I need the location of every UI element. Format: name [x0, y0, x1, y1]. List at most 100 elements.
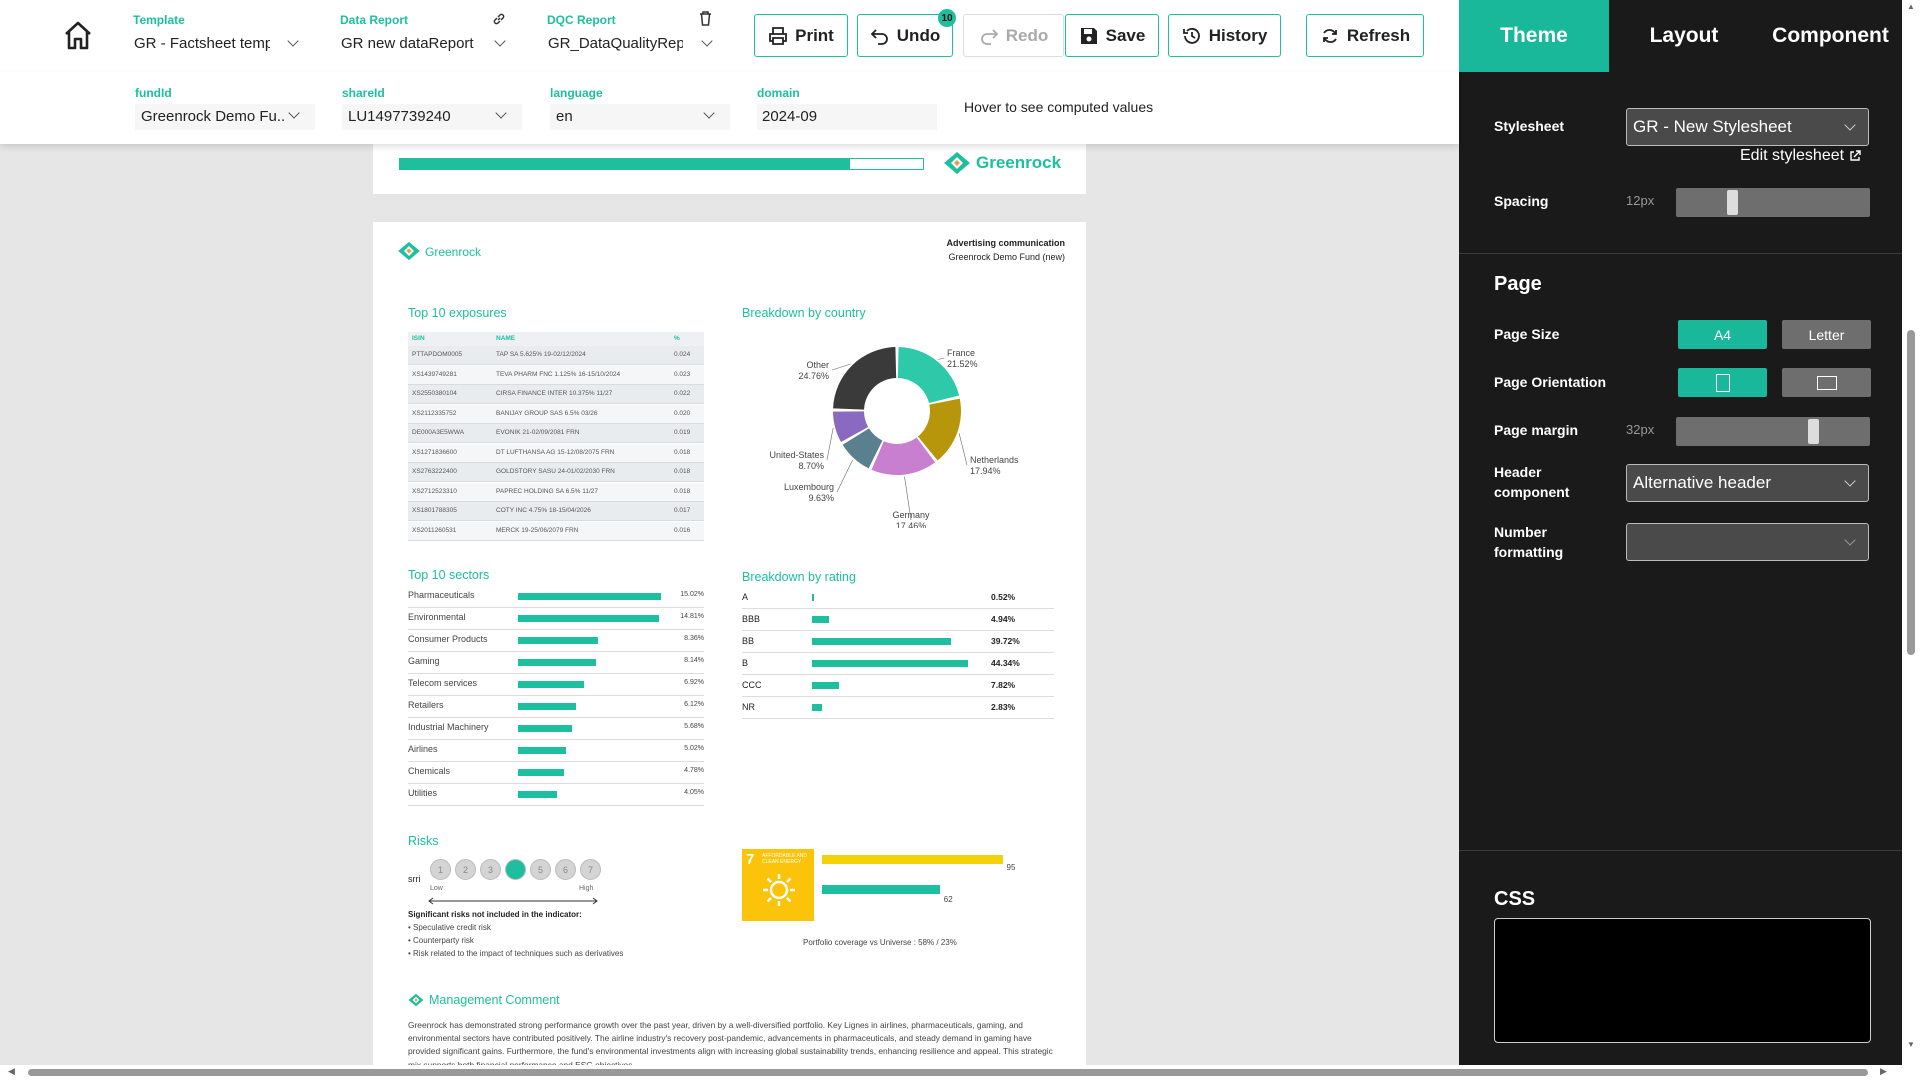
rating-bar — [812, 616, 830, 623]
risk-note: • Counterparty risk — [408, 936, 474, 945]
sector-value-label: 4.05% — [684, 789, 704, 796]
history-button[interactable]: History — [1168, 14, 1281, 57]
slider-thumb[interactable] — [1807, 419, 1819, 444]
print-button[interactable]: Print — [754, 14, 848, 57]
scrollbar-thumb[interactable] — [1907, 330, 1915, 655]
undo-button[interactable]: Undo 10 — [857, 9, 956, 57]
rating-title: Breakdown by rating — [742, 570, 856, 584]
rating-bar — [812, 704, 822, 711]
vertical-scrollbar[interactable]: ▲ ▼ — [1902, 0, 1920, 1065]
column-header: ISIN — [412, 335, 425, 342]
tab-theme[interactable]: Theme — [1459, 0, 1609, 72]
portrait-button[interactable] — [1678, 368, 1767, 397]
name-cell: EVONIK 21-02/09/2081 FRN — [496, 429, 580, 436]
percent-cell: 0.020 — [674, 409, 691, 417]
country-chart-title: Breakdown by country — [742, 306, 866, 320]
percent-cell: 0.018 — [674, 448, 691, 456]
tab-component[interactable]: Component — [1759, 0, 1902, 72]
slice-value-label: 8.70% — [798, 461, 824, 471]
scroll-right-icon[interactable]: ▶ — [1880, 1066, 1887, 1077]
sdg-number: 7 — [746, 851, 755, 868]
isin-cell: XS1439749281 — [412, 370, 457, 378]
sector-value-label: 6.12% — [684, 701, 704, 708]
name-cell: COTY INC 4.75% 18-15/04/2026 — [496, 507, 591, 514]
home-button[interactable] — [62, 20, 94, 50]
scroll-left-icon[interactable]: ◀ — [8, 1066, 15, 1077]
horizontal-scrollbar[interactable]: ◀ ▶ — [0, 1065, 1920, 1080]
page-size-a4-button[interactable]: A4 — [1678, 320, 1767, 349]
page-size-letter-button[interactable]: Letter — [1782, 320, 1871, 349]
template-select[interactable]: GR - Factsheet temp — [134, 35, 270, 52]
landscape-button[interactable] — [1782, 368, 1871, 397]
slider-thumb[interactable] — [1727, 190, 1739, 215]
name-cell: CIRSA FINANCE INTER 10.375% 11/27 — [496, 390, 613, 397]
universe-bar — [822, 885, 940, 894]
spacing-slider[interactable] — [1676, 188, 1870, 217]
sector-bar — [518, 769, 564, 776]
scrollbar-thumb[interactable] — [28, 1069, 1868, 1076]
language-label: language — [550, 86, 603, 100]
spacing-value: 12px — [1626, 193, 1655, 208]
refresh-icon — [1322, 28, 1337, 43]
page-size-label: Page Size — [1494, 326, 1560, 342]
rating-label: B — [742, 658, 749, 668]
fundid-label: fundId — [135, 86, 172, 100]
header-component-label: Header component — [1494, 464, 1570, 500]
isin-cell: XS2763222400 — [412, 468, 457, 475]
name-cell: GOLDSTORY SASU 24-01/02/2030 FRN — [496, 468, 615, 475]
sector-value-label: 14.81% — [680, 613, 704, 620]
risk-note-title: Significant risks not included in the in… — [408, 910, 582, 919]
table-row: XS2763222400 GOLDSTORY SASU 24-01/02/2030… — [408, 463, 704, 482]
stylesheet-select[interactable]: GR - New Stylesheet — [1626, 108, 1869, 146]
css-editor[interactable] — [1494, 918, 1871, 1043]
slice-label: Netherlands — [970, 455, 1019, 465]
table-row: PTTAPDOM0005 TAP SA 5.625% 19-02/12/2024 0… — [408, 346, 704, 365]
rating-label: BB — [742, 636, 755, 646]
save-button[interactable]: Save — [1065, 14, 1159, 57]
greenrock-logo-icon — [398, 241, 420, 261]
slice-value-label: 9.63% — [808, 493, 834, 503]
rating-value-label: 44.34% — [991, 658, 1020, 668]
edit-stylesheet-link[interactable]: Edit stylesheet — [1740, 147, 1861, 165]
tab-layout[interactable]: Layout — [1609, 0, 1759, 72]
column-header: % — [674, 335, 680, 342]
row-divider — [408, 805, 704, 806]
stylesheet-label: Stylesheet — [1494, 118, 1565, 134]
advertising-label: Advertising communication — [946, 238, 1065, 248]
slice-label: France — [947, 348, 975, 358]
page-section-title: Page — [1494, 273, 1542, 295]
undo-icon — [870, 28, 888, 45]
percent-cell: 0.023 — [674, 370, 691, 378]
refresh-button[interactable]: Refresh — [1306, 14, 1424, 57]
rating-value-label: 39.72% — [991, 636, 1020, 646]
rating-label: BBB — [742, 614, 761, 624]
srri-level: 6 — [555, 859, 576, 880]
sector-label: Chemicals — [408, 766, 451, 776]
trash-icon[interactable] — [699, 11, 712, 26]
row-divider — [742, 718, 1054, 719]
rating-bar — [812, 594, 814, 601]
table-row: XS2112335752 BANIJAY GROUP SAS 6.5% 03/26… — [408, 404, 704, 424]
isin-cell: PTTAPDOM0005 — [412, 351, 463, 358]
scroll-up-icon[interactable]: ▲ — [1907, 2, 1915, 11]
header-component-select[interactable]: Alternative header — [1626, 464, 1869, 502]
comment-title: Management Comment — [429, 993, 560, 1007]
redo-label: Redo — [1005, 25, 1049, 45]
factsheet-page: Greenrock Advertising communication Gree… — [373, 222, 1086, 1065]
row-divider — [408, 783, 704, 784]
dqc-report-select[interactable]: GR_DataQualityRep — [548, 35, 683, 52]
table-row: DE000A3E5WWA EVONIK 21-02/09/2081 FRN 0.01… — [408, 424, 704, 443]
srri-level: 3 — [480, 859, 501, 880]
margin-slider[interactable] — [1676, 417, 1870, 446]
number-formatting-select[interactable] — [1626, 523, 1869, 561]
rating-label: A — [742, 592, 749, 602]
scroll-down-icon[interactable]: ▼ — [1907, 1040, 1915, 1049]
redo-button[interactable]: Redo — [963, 14, 1064, 57]
link-icon[interactable] — [492, 12, 506, 26]
rating-value-label: 7.82% — [991, 680, 1016, 690]
divider — [1459, 850, 1902, 851]
data-report-select[interactable]: GR new dataReport — [341, 35, 476, 52]
row-divider — [742, 696, 1054, 697]
stylesheet-value: GR - New Stylesheet — [1633, 117, 1792, 136]
top10-title: Top 10 exposures — [408, 306, 507, 320]
